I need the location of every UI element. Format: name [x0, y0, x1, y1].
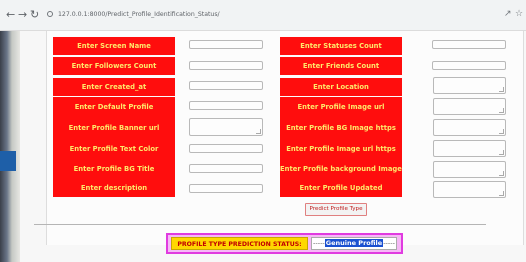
- label-followers-count: Enter Followers Count: [53, 57, 175, 75]
- default-profile-input[interactable]: [189, 101, 263, 110]
- label-statuses-count: Enter Statuses Count: [280, 37, 402, 55]
- profile-bg-title-input[interactable]: [189, 164, 263, 173]
- label-default-profile: Enter Default Profile: [53, 97, 175, 117]
- description-input[interactable]: [189, 184, 263, 193]
- browser-toolbar: ← → ↻ 127.0.0.1:8000/Predict_Profile_Ide…: [0, 0, 526, 31]
- form-panel: Enter Screen Name Enter Followers Count …: [46, 31, 524, 245]
- status-dash-right: -----: [383, 239, 395, 247]
- created-at-input[interactable]: [189, 81, 263, 90]
- prediction-result-value[interactable]: Genuine Profile: [324, 239, 384, 247]
- site-info-icon[interactable]: [47, 11, 53, 17]
- resize-grip-icon[interactable]: [499, 108, 504, 113]
- followers-count-input[interactable]: [189, 61, 263, 70]
- label-profile-image-url: Enter Profile Image url: [280, 97, 402, 117]
- background-window-band: [0, 151, 16, 171]
- label-profile-text-color: Enter Profile Text Color: [53, 139, 175, 159]
- page-content: Enter Screen Name Enter Followers Count …: [20, 31, 526, 262]
- profile-background-image-url-input[interactable]: [433, 161, 506, 178]
- profile-updated-input[interactable]: [433, 181, 506, 198]
- label-profile-bg-title: Enter Profile BG Title: [53, 159, 175, 179]
- location-input[interactable]: [433, 77, 506, 94]
- label-friends-count: Enter Friends Count: [280, 57, 402, 75]
- background-window-strip: [0, 31, 20, 262]
- resize-grip-icon[interactable]: [499, 129, 504, 134]
- label-description: Enter description: [53, 179, 175, 197]
- label-profile-image-url-https: Enter Profile Image url https: [280, 139, 402, 159]
- friends-count-input[interactable]: [432, 61, 506, 70]
- profile-text-color-input[interactable]: [189, 144, 263, 153]
- label-profile-banner-url: Enter Profile Banner url: [53, 117, 175, 139]
- screen-name-input[interactable]: [189, 40, 263, 49]
- url-text[interactable]: 127.0.0.1:8000/Predict_Profile_Identific…: [58, 9, 220, 21]
- profile-image-url-https-input[interactable]: [433, 140, 506, 157]
- label-profile-updated: Enter Profile Updated: [280, 179, 402, 197]
- label-location: Enter Location: [280, 78, 402, 96]
- profile-banner-url-input[interactable]: [189, 118, 263, 136]
- resize-grip-icon[interactable]: [499, 191, 504, 196]
- address-bar[interactable]: 127.0.0.1:8000/Predict_Profile_Identific…: [44, 6, 499, 24]
- status-dash-left: -----: [313, 239, 325, 247]
- label-profile-bg-image-https: Enter Profile BG Image https: [280, 117, 402, 139]
- resize-grip-icon[interactable]: [256, 129, 261, 134]
- label-created-at: Enter Created_at: [53, 78, 175, 96]
- forward-arrow-icon[interactable]: →: [18, 9, 27, 20]
- section-divider: [34, 224, 486, 225]
- share-icon[interactable]: ↗: [504, 9, 512, 20]
- statuses-count-input[interactable]: [432, 40, 506, 49]
- prediction-status-box: PROFILE TYPE PREDICTION STATUS: -----Gen…: [166, 233, 403, 254]
- reload-icon[interactable]: ↻: [30, 9, 39, 20]
- label-profile-background-image-url: Enter Profile background Image url: [280, 159, 402, 179]
- resize-grip-icon[interactable]: [499, 171, 504, 176]
- profile-bg-image-https-input[interactable]: [433, 119, 506, 136]
- back-arrow-icon[interactable]: ←: [6, 9, 15, 20]
- prediction-status-label: PROFILE TYPE PREDICTION STATUS:: [171, 237, 308, 250]
- profile-image-url-input[interactable]: [433, 98, 506, 115]
- label-screen-name: Enter Screen Name: [53, 37, 175, 55]
- predict-profile-type-button[interactable]: Predict Profile Type: [305, 203, 367, 216]
- resize-grip-icon[interactable]: [499, 87, 504, 92]
- star-icon[interactable]: ☆: [515, 9, 523, 20]
- resize-grip-icon[interactable]: [499, 150, 504, 155]
- prediction-status-value-field[interactable]: -----Genuine Profile-----: [311, 237, 397, 250]
